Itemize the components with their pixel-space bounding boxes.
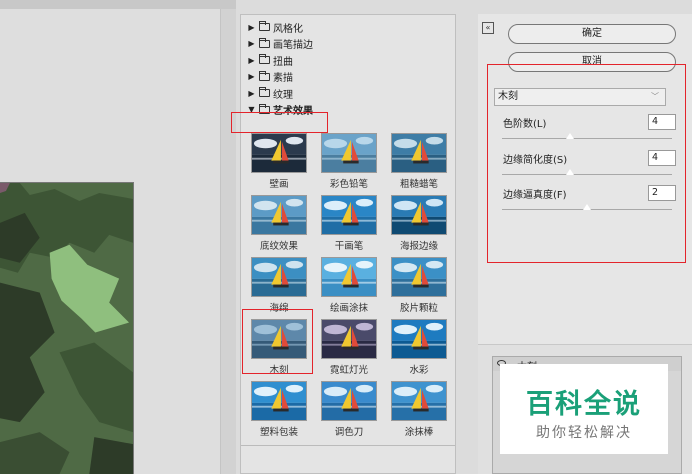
filter-thumbnail-watercolor[interactable]: 水彩	[387, 319, 451, 376]
preview-cutout-image	[0, 182, 134, 474]
thumbnail-image	[321, 319, 377, 359]
filter-gallery-panel: ▶ 风格化 ▶ 画笔描边 ▶ 扭曲 ▶ 素描 ▶ 纹理 ▼ 艺术效果 壁画 彩色铅笔 粗糙蜡笔 底纹效果 干画…	[240, 14, 456, 474]
watermark-logo: 百科全说 助你轻松解决	[500, 364, 668, 454]
thumbnail-image	[251, 381, 307, 421]
filter-thumbnail-knife[interactable]: 调色刀	[317, 381, 381, 438]
filter-thumbnail-poster[interactable]: 海报边缘	[387, 195, 451, 252]
thumbnail-image	[321, 381, 377, 421]
filter-category-1[interactable]: ▶ 画笔描边	[247, 35, 313, 53]
filter-thumbnail-grain[interactable]: 胶片颗粒	[387, 257, 451, 314]
annotation-box-settings	[487, 64, 686, 263]
filter-thumbnail-neon[interactable]: 霓虹灯光	[317, 319, 381, 376]
collapse-gallery-button[interactable]: «	[482, 22, 494, 34]
filter-category-label: 纹理	[273, 89, 293, 101]
triangle-right-icon[interactable]: ▶	[247, 56, 256, 65]
filter-thumbnail-pencil[interactable]: 彩色铅笔	[317, 133, 381, 190]
folder-icon	[259, 87, 270, 97]
thumbnail-label: 海报边缘	[399, 241, 438, 252]
filter-category-0[interactable]: ▶ 风格化	[247, 18, 303, 36]
filter-thumbnail-plastic[interactable]: 塑料包装	[247, 381, 311, 438]
thumbnail-image	[251, 133, 307, 173]
filter-thumbnail-crayon[interactable]: 粗糙蜡笔	[387, 133, 451, 190]
triangle-right-icon[interactable]: ▶	[247, 23, 256, 32]
thumbnail-label: 粗糙蜡笔	[399, 179, 438, 190]
thumbnail-image	[391, 319, 447, 359]
thumbnail-label: 塑料包装	[259, 427, 298, 438]
filter-thumbnail-dry[interactable]: 干画笔	[317, 195, 381, 252]
thumbnail-label: 涂抹棒	[404, 427, 434, 438]
thumbnail-image	[391, 133, 447, 173]
filter-thumbnail-sponge[interactable]: 海绵	[247, 257, 311, 314]
filter-thumbnail-stick[interactable]: 涂抹棒	[387, 381, 451, 438]
preview-top-strip	[0, 0, 236, 9]
annotation-box-artistic	[231, 112, 328, 133]
filter-category-label: 扭曲	[273, 56, 293, 68]
filter-category-label: 画笔描边	[273, 40, 313, 51]
annotation-box-cutout	[242, 309, 313, 374]
preview-canvas	[0, 0, 236, 474]
filter-category-label: 素描	[273, 73, 293, 84]
filter-thumbnail-smudge[interactable]: 绘画涂抹	[317, 257, 381, 314]
thumbnail-label: 水彩	[409, 365, 429, 376]
thumbnail-label: 底纹效果	[259, 241, 298, 252]
thumbnail-image	[321, 133, 377, 173]
thumbnail-image	[391, 195, 447, 235]
filter-category-4[interactable]: ▶ 纹理	[247, 84, 293, 102]
thumbnail-image	[391, 381, 447, 421]
folder-icon	[259, 21, 270, 31]
thumbnail-label: 壁画	[269, 179, 289, 190]
thumbnail-image	[251, 195, 307, 235]
thumbnail-label: 霓虹灯光	[329, 365, 368, 376]
thumbnail-label: 彩色铅笔	[329, 179, 368, 190]
filter-thumbnail-texture[interactable]: 底纹效果	[247, 195, 311, 252]
filter-category-2[interactable]: ▶ 扭曲	[247, 51, 293, 69]
thumbnail-label: 调色刀	[334, 427, 364, 438]
filter-category-3[interactable]: ▶ 素描	[247, 68, 293, 86]
filter-category-label: 风格化	[273, 23, 303, 35]
triangle-right-icon[interactable]: ▶	[247, 39, 256, 48]
folder-icon	[259, 37, 270, 48]
thumbnail-label: 绘画涂抹	[329, 303, 368, 314]
folder-icon	[259, 70, 270, 81]
thumbnail-label: 胶片颗粒	[399, 303, 438, 314]
thumbnail-image	[321, 195, 377, 235]
thumbnail-image	[321, 257, 377, 297]
filter-thumbnail-mural[interactable]: 壁画	[247, 133, 311, 190]
folder-icon	[259, 54, 270, 64]
thumbnail-label: 干画笔	[334, 241, 364, 252]
thumbnail-image	[391, 257, 447, 297]
preview-scrollbar[interactable]	[220, 9, 236, 474]
triangle-right-icon[interactable]: ▶	[247, 89, 256, 98]
ok-button[interactable]: 确定	[508, 24, 676, 44]
thumbnail-image	[251, 257, 307, 297]
gallery-divider	[241, 445, 455, 446]
triangle-right-icon[interactable]: ▶	[247, 72, 256, 81]
